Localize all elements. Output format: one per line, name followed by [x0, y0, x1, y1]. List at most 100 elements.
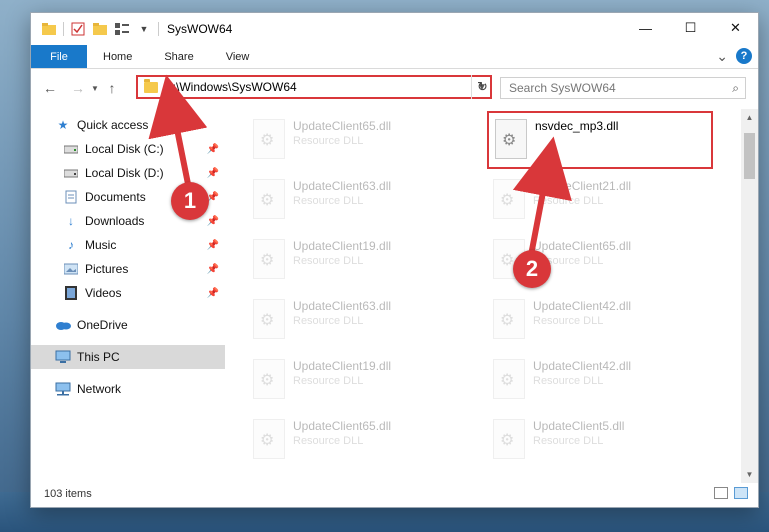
- dll-file-icon: [493, 419, 525, 459]
- vertical-scrollbar[interactable]: ▲ ▼: [741, 109, 758, 483]
- navigation-bar: ← → ▼ ↑ C:\Windows\SysWOW64 ▼ ↻ Search S…: [31, 69, 758, 107]
- sidebar-item-pictures[interactable]: Pictures 📌: [31, 257, 225, 281]
- address-path[interactable]: C:\Windows\SysWOW64: [164, 80, 474, 94]
- forward-arrow-icon[interactable]: →: [67, 77, 89, 99]
- view-toggle: [714, 487, 748, 499]
- sidebar-item-label: OneDrive: [77, 318, 128, 332]
- details-view-icon[interactable]: [714, 487, 728, 499]
- recent-locations-icon[interactable]: ▼: [89, 77, 101, 99]
- search-placeholder: Search SysWOW64: [509, 81, 616, 95]
- drive-icon: [63, 165, 79, 181]
- file-name: nsvdec_mp3.dll: [535, 119, 619, 133]
- videos-icon: [63, 285, 79, 301]
- minimize-button[interactable]: —: [623, 13, 668, 43]
- pin-icon[interactable]: 📌: [207, 216, 219, 227]
- list-item[interactable]: UpdateClient19.dll Resource DLL: [247, 233, 473, 291]
- customize-toolbar-icon[interactable]: ▼: [136, 21, 152, 37]
- search-icon[interactable]: ⌕: [732, 81, 739, 96]
- file-list: UpdateClient65.dll Resource DLL nsvdec_mp…: [227, 109, 741, 483]
- new-folder-icon[interactable]: [92, 21, 108, 37]
- step-1-marker: 1: [171, 182, 209, 220]
- music-icon: ♪: [68, 238, 74, 252]
- file-name: UpdateClient5.dll: [533, 419, 625, 433]
- file-name: UpdateClient65.dll: [293, 419, 392, 433]
- refresh-icon[interactable]: ↻: [471, 75, 493, 99]
- sidebar-item-onedrive[interactable]: OneDrive: [31, 313, 225, 337]
- sidebar-item-network[interactable]: Network: [31, 377, 225, 401]
- view-options-icon[interactable]: [114, 21, 130, 37]
- sidebar-item-local-disk-d[interactable]: Local Disk (D:) 📌: [31, 161, 225, 185]
- sidebar-item-music[interactable]: ♪ Music 📌: [31, 233, 225, 257]
- list-item[interactable]: UpdateClient65.dll Resource DLL: [247, 413, 473, 471]
- sidebar-item-label: Music: [85, 238, 117, 252]
- pin-icon[interactable]: 📌: [207, 264, 219, 275]
- window-title: SysWOW64: [167, 22, 233, 36]
- downloads-icon: ↓: [68, 214, 74, 228]
- file-type: Resource DLL: [533, 195, 604, 207]
- list-item[interactable]: UpdateClient19.dll Resource DLL: [247, 353, 473, 411]
- search-input[interactable]: Search SysWOW64 ⌕: [500, 77, 746, 99]
- close-button[interactable]: ✕: [713, 13, 758, 43]
- explorer-window: ▼ SysWOW64 — ☐ ✕ File Home Share View ⌄ …: [30, 12, 759, 508]
- pin-icon[interactable]: 📌: [207, 240, 219, 251]
- scrollbar-thumb[interactable]: [744, 133, 755, 179]
- dll-file-icon: [253, 419, 285, 459]
- tab-file[interactable]: File: [31, 45, 87, 68]
- pictures-icon: [63, 261, 79, 277]
- drive-icon: [63, 141, 79, 157]
- tab-home[interactable]: Home: [87, 45, 148, 68]
- file-name: UpdateClient63.dll: [293, 179, 392, 193]
- scroll-up-icon[interactable]: ▲: [741, 109, 758, 126]
- file-type: Resource DLL: [293, 195, 364, 207]
- file-name: UpdateClient21.dll: [533, 179, 632, 193]
- tab-view[interactable]: View: [210, 45, 266, 68]
- maximize-button[interactable]: ☐: [668, 13, 713, 43]
- sidebar-item-videos[interactable]: Videos 📌: [31, 281, 225, 305]
- list-item[interactable]: UpdateClient21.dll Resource DLL: [487, 173, 713, 231]
- sidebar-item-label: Quick access: [77, 118, 149, 132]
- properties-icon[interactable]: [70, 21, 86, 37]
- item-count: 103 items: [44, 488, 92, 500]
- list-item[interactable]: UpdateClient63.dll Resource DLL: [247, 293, 473, 351]
- list-item[interactable]: UpdateClient42.dll Resource DLL: [487, 293, 713, 351]
- dll-file-icon: [493, 299, 525, 339]
- back-arrow-icon[interactable]: ←: [39, 77, 61, 99]
- tab-share[interactable]: Share: [148, 45, 209, 68]
- pin-icon[interactable]: 📌: [207, 168, 219, 179]
- file-type: Resource DLL: [533, 375, 604, 387]
- pin-icon[interactable]: 📌: [207, 288, 219, 299]
- sidebar-item-label: Videos: [85, 286, 122, 300]
- sidebar-item-this-pc[interactable]: This PC: [31, 345, 225, 369]
- address-bar[interactable]: C:\Windows\SysWOW64 ▼: [136, 75, 492, 99]
- dll-file-icon: [493, 179, 525, 219]
- quick-access-toolbar: ▼: [31, 21, 159, 37]
- file-name: UpdateClient19.dll: [293, 359, 392, 373]
- sidebar-item-quick-access[interactable]: ★ Quick access: [31, 113, 225, 137]
- file-name: UpdateClient42.dll: [533, 299, 632, 313]
- dll-file-icon: [253, 359, 285, 399]
- file-type: Resource DLL: [533, 435, 604, 447]
- computer-icon: [55, 349, 71, 365]
- help-icon[interactable]: ?: [736, 48, 752, 64]
- ribbon-tabs: File Home Share View ⌄ ?: [31, 45, 758, 69]
- file-type: Resource DLL: [293, 135, 364, 147]
- sidebar-item-label: Downloads: [85, 214, 145, 228]
- list-item[interactable]: UpdateClient65.dll Resource DLL: [247, 113, 473, 171]
- large-icons-view-icon[interactable]: [734, 487, 748, 499]
- list-item-nsvdec-mp3[interactable]: nsvdec_mp3.dll: [487, 111, 713, 169]
- list-item[interactable]: UpdateClient42.dll Resource DLL: [487, 353, 713, 411]
- list-item[interactable]: UpdateClient5.dll Resource DLL: [487, 413, 713, 471]
- sidebar-item-local-disk-c[interactable]: Local Disk (C:) 📌: [31, 137, 225, 161]
- expand-ribbon-icon[interactable]: ⌄: [716, 49, 728, 63]
- file-name: UpdateClient42.dll: [533, 359, 632, 373]
- pin-icon[interactable]: 📌: [207, 144, 219, 155]
- file-type: Resource DLL: [293, 255, 364, 267]
- status-bar: 103 items: [31, 481, 758, 507]
- sidebar-item-label: Local Disk (C:): [85, 142, 164, 156]
- star-icon: ★: [57, 118, 69, 132]
- up-arrow-icon[interactable]: ↑: [101, 77, 123, 99]
- file-name: UpdateClient63.dll: [293, 299, 392, 313]
- list-item[interactable]: UpdateClient63.dll Resource DLL: [247, 173, 473, 231]
- dll-file-icon: [493, 359, 525, 399]
- dll-file-icon: [495, 119, 527, 159]
